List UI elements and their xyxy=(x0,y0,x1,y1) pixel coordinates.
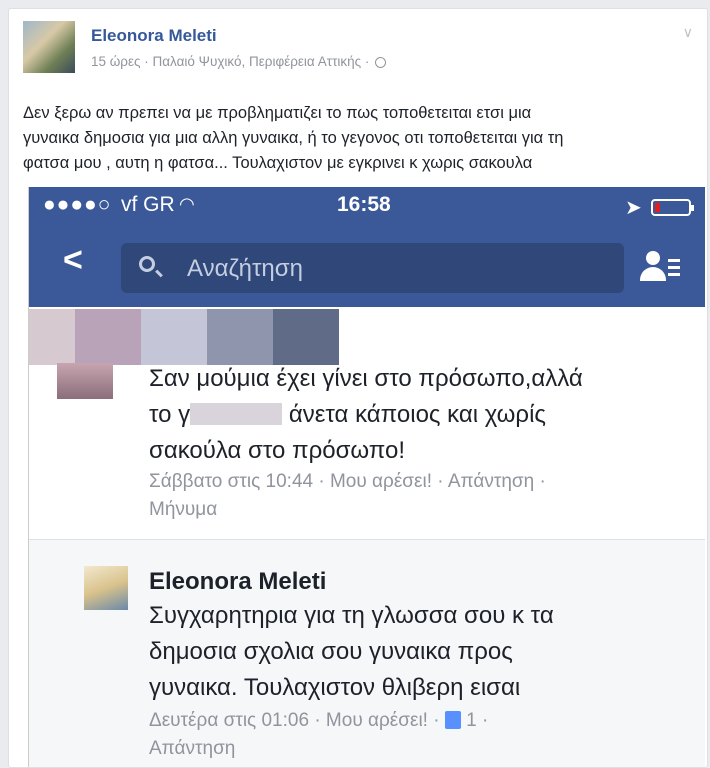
battery-icon xyxy=(651,199,694,216)
comment-meta[interactable]: Σάββατο στις 10:44 · Μου αρέσει! · Απάντ… xyxy=(149,471,546,493)
commenter-avatar[interactable] xyxy=(57,363,113,399)
message-link[interactable]: Μήνυμα xyxy=(149,499,217,521)
post-card: Eleonora Meleti 15 ώρες · Παλαιό Ψυχικό,… xyxy=(8,8,708,768)
status-time: 16:58 xyxy=(337,193,391,216)
post-meta-text: 15 ώρες · Παλαιό Ψυχικό, Περιφέρεια Αττι… xyxy=(91,54,370,69)
globe-icon xyxy=(375,57,387,68)
facebook-header: ●●●●○ vf GR ◠ 16:58 ➤ < Αναζήτηση xyxy=(29,187,705,307)
like-icon xyxy=(444,711,461,729)
reply-meta-text[interactable]: Δευτέρα στις 01:06 · Μου αρέσει! · xyxy=(149,710,440,731)
like-count[interactable]: 1 · xyxy=(466,710,488,731)
reply-text-line: δημοσια σχολια σου γυναικα προς xyxy=(149,638,513,665)
redacted-word xyxy=(190,403,283,425)
comment-text-line: Σαν μούμια έχει γίνει στο πρόσωπο,αλλά xyxy=(149,365,583,392)
carrier-label: vf GR xyxy=(121,193,175,216)
reply-comment: Eleonora Meleti Συγχαρητηρια για τη γλωσ… xyxy=(29,539,705,767)
search-placeholder: Αναζήτηση xyxy=(187,255,303,282)
location-arrow-icon: ➤ xyxy=(625,197,642,219)
author-name[interactable]: Eleonora Meleti xyxy=(91,26,217,46)
post-text-line: φατσα μου , αυτη η φατσα... Τουλαχιστον … xyxy=(23,154,533,172)
post-text: Δεν ξερω αν πρεπει να με προβληματιζει τ… xyxy=(23,101,703,176)
back-icon[interactable]: < xyxy=(63,241,83,280)
reply-avatar[interactable] xyxy=(84,566,128,610)
blurred-name-block xyxy=(141,309,207,365)
reply-meta: Δευτέρα στις 01:06 · Μου αρέσει! · 1 · xyxy=(149,710,488,732)
search-input[interactable]: Αναζήτηση xyxy=(121,243,624,293)
chevron-down-icon[interactable]: ∨ xyxy=(683,24,693,41)
blurred-name-block xyxy=(273,309,339,365)
wifi-icon: ◠ xyxy=(179,194,195,214)
friend-requests-icon[interactable] xyxy=(640,249,680,285)
post-meta: 15 ώρες · Παλαιό Ψυχικό, Περιφέρεια Αττι… xyxy=(91,54,387,69)
reply-text-line: γυναικα. Τουλαχιστον θλιβερη εισαι xyxy=(149,674,521,701)
blurred-name-block xyxy=(75,309,141,365)
author-avatar[interactable] xyxy=(23,21,75,73)
comment-text-line: σακούλα στο πρόσωπο! xyxy=(149,437,406,464)
post-text-line: Δεν ξερω αν πρεπει να με προβληματιζει τ… xyxy=(23,104,532,122)
comment-text-rest: άνετα κάποιος και χωρίς xyxy=(288,401,546,428)
reply-text-line: Συγχαρητηρια για τη γλωσσα σου κ τα xyxy=(149,602,554,629)
search-icon xyxy=(139,256,155,272)
reply-link[interactable]: Απάντηση xyxy=(149,738,235,760)
blurred-name-block xyxy=(207,309,273,365)
embedded-screenshot: ●●●●○ vf GR ◠ 16:58 ➤ < Αναζήτηση Σαν μο… xyxy=(28,187,705,767)
signal-dots: ●●●●○ xyxy=(43,193,112,216)
comment-prefix: το γ xyxy=(149,401,191,428)
reply-author[interactable]: Eleonora Meleti xyxy=(149,568,326,596)
comment-text-line: το γ άνετα κάποιος και χωρίς xyxy=(149,397,546,433)
post-text-line: γυναικα δημοσια για μια αλλη γυναικα, ή … xyxy=(23,129,564,147)
